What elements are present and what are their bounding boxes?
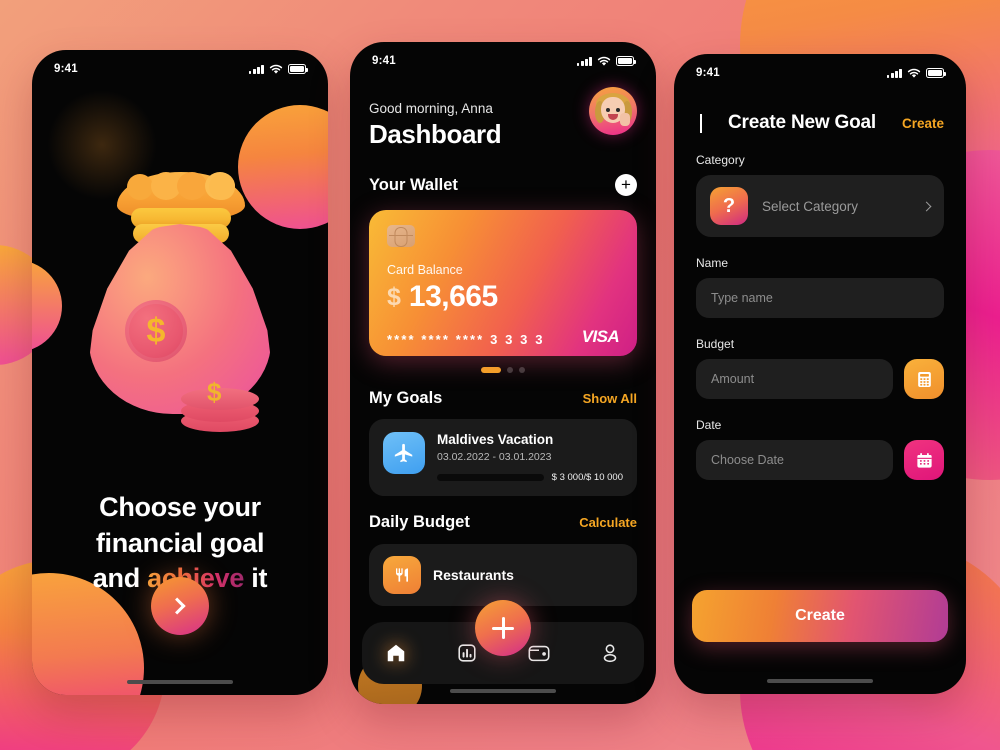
- greeting-text: Good morning, Anna: [369, 101, 493, 116]
- chevron-left-icon: [700, 114, 702, 133]
- goal-item[interactable]: Maldives Vacation 03.02.2022 - 03.01.202…: [369, 419, 637, 496]
- avatar[interactable]: [589, 87, 637, 135]
- plus-icon: [492, 617, 514, 639]
- tab-stats[interactable]: [455, 641, 479, 665]
- card-number: **** **** **** 3 3 3 3: [387, 332, 545, 347]
- budget-section-header: Daily Budget Calculate: [369, 513, 637, 532]
- category-label: Category: [696, 153, 745, 167]
- status-bar: 9:41: [674, 54, 966, 79]
- tab-profile[interactable]: [598, 641, 622, 665]
- wallet-section-title: Your Wallet: [369, 175, 458, 194]
- calculate-link[interactable]: Calculate: [579, 515, 637, 530]
- bottom-tab-bar: [362, 600, 644, 684]
- back-button[interactable]: [696, 114, 702, 133]
- chevron-right-icon: [921, 201, 932, 211]
- onboarding-next-button[interactable]: [151, 577, 209, 635]
- pagination-dot[interactable]: [507, 367, 513, 373]
- headline-line-2: financial goal: [95, 527, 265, 558]
- budget-input[interactable]: Amount: [696, 359, 893, 399]
- pagination-dot[interactable]: [519, 367, 525, 373]
- signal-icon: [886, 68, 902, 78]
- name-input[interactable]: Type name: [696, 278, 944, 318]
- wifi-icon: [269, 64, 283, 74]
- category-selector[interactable]: ? Select Category: [696, 175, 944, 237]
- goal-progress-bar: [437, 474, 544, 481]
- card-pagination[interactable]: [369, 367, 637, 373]
- create-goal-submit-button[interactable]: Create: [692, 590, 948, 642]
- calendar-icon: [916, 452, 932, 468]
- phone-create-goal: 9:41 Create New Goal Create Category ? S…: [674, 54, 966, 694]
- navigation-bar: Create New Goal Create: [696, 112, 944, 134]
- status-bar: 9:41: [32, 50, 328, 75]
- calendar-button[interactable]: [904, 440, 944, 480]
- status-time: 9:41: [54, 63, 78, 75]
- page-title: Dashboard: [369, 119, 502, 149]
- chevron-right-icon: [168, 597, 186, 615]
- avatar-eye-right: [616, 108, 620, 112]
- budget-section-title: Daily Budget: [369, 513, 470, 531]
- dollar-coin-icon: $: [125, 300, 187, 362]
- wallet-section-header: Your Wallet +: [369, 174, 637, 196]
- budget-item[interactable]: Restaurants: [369, 544, 637, 606]
- money-bag-illustration: $ $: [32, 142, 328, 432]
- home-indicator: [127, 679, 233, 684]
- tab-wallet[interactable]: [527, 641, 551, 665]
- headline-suffix: it: [244, 563, 268, 594]
- signal-icon: [576, 56, 592, 66]
- status-time: 9:41: [372, 55, 396, 67]
- headline-prefix: and: [92, 563, 148, 594]
- avatar-eye-left: [606, 108, 610, 112]
- goal-dates: 03.02.2022 - 03.01.2023: [437, 451, 552, 463]
- wifi-icon: [907, 68, 921, 78]
- phone-onboarding: 9:41 $ $ Choose your financial goal and …: [32, 50, 328, 695]
- pagination-dot-active[interactable]: [481, 367, 501, 373]
- goals-section-title: My Goals: [369, 389, 443, 407]
- status-time: 9:41: [696, 67, 720, 79]
- card-chip-icon: [387, 225, 415, 247]
- wifi-icon: [597, 56, 611, 66]
- card-balance-label: Card Balance: [387, 263, 463, 277]
- avatar-thumb: [620, 113, 630, 126]
- credit-card[interactable]: Card Balance $ 13,665 **** **** **** 3 3…: [369, 210, 637, 356]
- battery-icon: [288, 64, 308, 74]
- create-action-link[interactable]: Create: [902, 116, 944, 131]
- date-input[interactable]: Choose Date: [696, 440, 893, 480]
- home-indicator: [450, 688, 556, 693]
- question-mark-icon: ?: [710, 187, 748, 225]
- home-indicator: [767, 678, 873, 683]
- calculator-button[interactable]: [904, 359, 944, 399]
- card-currency: $: [387, 282, 401, 311]
- goals-section-header: My Goals Show All: [369, 389, 637, 408]
- airplane-icon: [383, 432, 425, 474]
- phone-dashboard: 9:41 Good morning, Anna Dashboard Your W…: [350, 42, 656, 704]
- budget-label: Budget: [696, 337, 735, 351]
- card-brand-logo: VISA: [581, 327, 620, 346]
- add-button[interactable]: [475, 600, 531, 656]
- headline-line-1: Choose your: [99, 492, 261, 522]
- add-card-button[interactable]: +: [615, 174, 637, 196]
- goal-title: Maldives Vacation: [437, 432, 554, 447]
- status-bar: 9:41: [350, 42, 656, 67]
- show-all-link[interactable]: Show All: [583, 391, 637, 406]
- date-label: Date: [696, 418, 722, 432]
- battery-icon: [616, 56, 636, 66]
- signal-icon: [248, 64, 264, 74]
- budget-item-name: Restaurants: [433, 567, 514, 583]
- card-amount: 13,665: [408, 280, 498, 313]
- restaurant-icon: [383, 556, 421, 594]
- battery-icon: [926, 68, 946, 78]
- calculator-icon: [917, 371, 931, 387]
- goal-progress-label: $ 3 000/$ 10 000: [551, 472, 623, 483]
- tab-home[interactable]: [384, 641, 408, 665]
- coin-stack: $: [181, 377, 259, 436]
- page-title: Create New Goal: [727, 112, 876, 133]
- name-label: Name: [696, 256, 729, 270]
- category-value: Select Category: [762, 198, 859, 214]
